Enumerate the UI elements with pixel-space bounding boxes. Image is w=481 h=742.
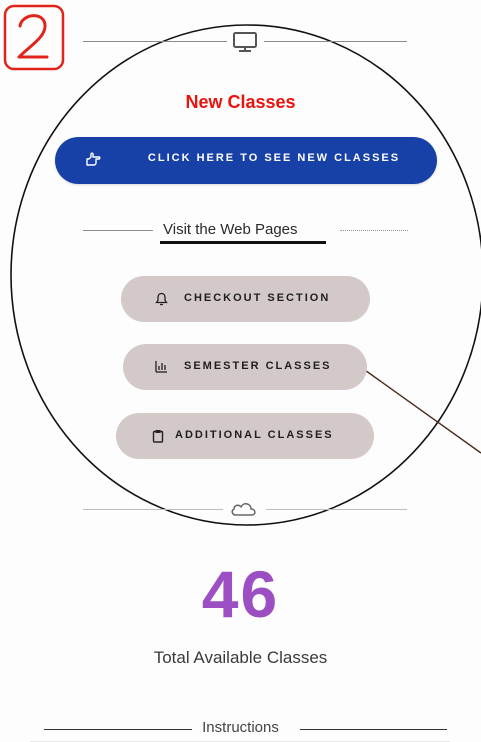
visit-underline — [160, 241, 326, 244]
total-classes-count: 46 — [201, 557, 280, 631]
total-classes-label: Total Available Classes — [153, 648, 328, 667]
visit-divider-left — [83, 230, 153, 231]
cloud-divider-right — [266, 509, 407, 510]
new-classes-heading: New Classes — [185, 92, 296, 112]
visit-divider-right — [340, 230, 408, 231]
checkout-section-label: CHECKOUT SECTION — [184, 292, 331, 304]
see-new-classes-button[interactable]: CLICK HERE TO SEE NEW CLASSES — [55, 137, 437, 184]
additional-classes-label: ADDITIONAL CLASSES — [175, 429, 334, 441]
header-divider-right — [264, 41, 407, 42]
header-divider-left — [83, 41, 227, 42]
cloud-icon — [231, 503, 256, 516]
cloud-divider-left — [83, 509, 223, 510]
semester-classes-label: SEMESTER CLASSES — [184, 360, 332, 372]
semester-classes-button[interactable]: SEMESTER CLASSES — [123, 344, 367, 390]
see-new-classes-label: CLICK HERE TO SEE NEW CLASSES — [147, 152, 401, 164]
additional-classes-button[interactable]: ADDITIONAL CLASSES — [116, 413, 374, 459]
monitor-icon — [233, 32, 257, 52]
bell-icon — [155, 292, 168, 306]
checkout-section-button[interactable]: CHECKOUT SECTION — [121, 276, 370, 322]
instructions-heading: Instructions — [202, 719, 279, 736]
pointing-hand-icon — [86, 152, 101, 166]
visit-web-pages-label: Visit the Web Pages — [163, 221, 298, 238]
instructions-divider-right — [300, 729, 447, 730]
clipboard-icon — [152, 430, 164, 443]
bar-chart-icon — [155, 361, 167, 373]
